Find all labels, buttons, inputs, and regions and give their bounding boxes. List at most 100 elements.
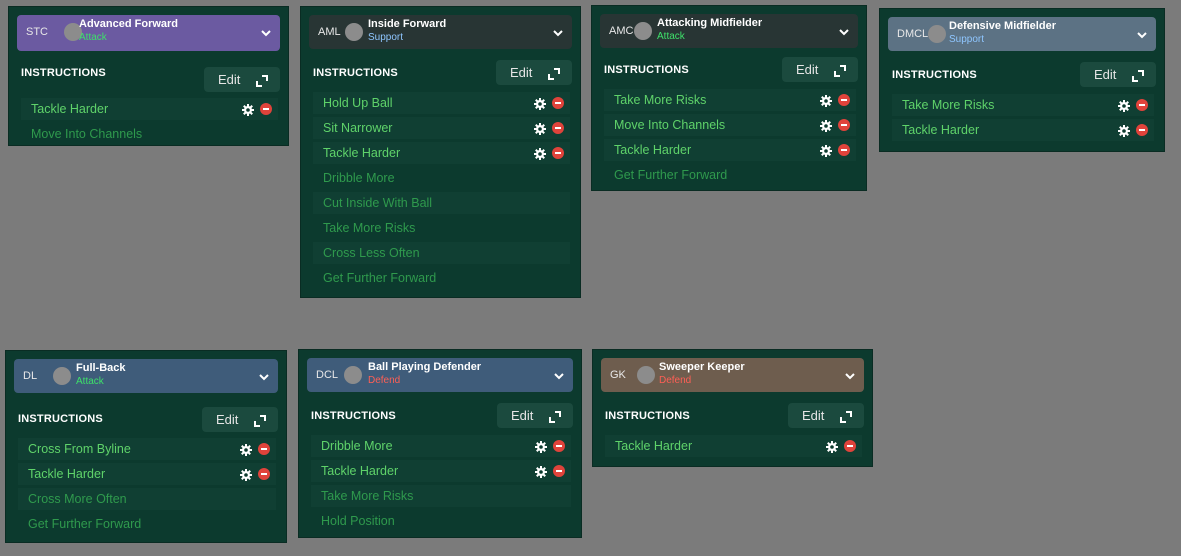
instruction-row[interactable]: Hold Up Ball: [313, 92, 570, 114]
role-selector[interactable]: DL Full-Back Attack: [14, 359, 278, 393]
instruction-label: Hold Up Ball: [323, 96, 393, 110]
gear-icon[interactable]: [240, 443, 252, 456]
role-name: Sweeper Keeper: [659, 361, 745, 373]
instructions-heading: INSTRUCTIONS: [313, 67, 398, 79]
instruction-row[interactable]: Tackle Harder: [313, 142, 570, 164]
chevron-down-icon[interactable]: [553, 369, 565, 381]
chevron-down-icon[interactable]: [258, 370, 270, 382]
instruction-row[interactable]: Tackle Harder: [18, 463, 276, 485]
edit-button[interactable]: Edit: [202, 407, 278, 432]
instruction-row[interactable]: Hold Position: [311, 510, 571, 532]
instruction-row[interactable]: Get Further Forward: [604, 164, 856, 186]
chevron-down-icon[interactable]: [844, 369, 856, 381]
edit-button-label: Edit: [802, 408, 825, 423]
role-selector[interactable]: STC Advanced Forward Attack: [17, 15, 280, 51]
remove-icon[interactable]: [258, 443, 270, 455]
gear-icon[interactable]: [820, 144, 832, 157]
instruction-row[interactable]: Take More Risks: [892, 94, 1154, 116]
edit-button[interactable]: Edit: [1080, 62, 1156, 87]
instruction-row[interactable]: Cross Less Often: [313, 242, 570, 264]
instruction-label: Tackle Harder: [615, 439, 693, 453]
remove-icon[interactable]: [1136, 124, 1148, 136]
edit-button[interactable]: Edit: [204, 67, 280, 92]
instruction-row[interactable]: Cross More Often: [18, 488, 276, 510]
instruction-row[interactable]: Move Into Channels: [604, 114, 856, 136]
gear-icon[interactable]: [1118, 99, 1130, 112]
chevron-down-icon[interactable]: [838, 25, 850, 37]
gear-icon[interactable]: [534, 122, 546, 135]
instruction-row[interactable]: Cut Inside With Ball: [313, 192, 570, 214]
role-selector[interactable]: AMC Attacking Midfielder Attack: [600, 14, 858, 48]
remove-icon[interactable]: [552, 122, 564, 134]
instructions-heading: INSTRUCTIONS: [604, 64, 689, 76]
position-code: STC: [26, 26, 48, 38]
edit-button[interactable]: Edit: [497, 403, 573, 428]
instruction-row[interactable]: Tackle Harder: [605, 435, 862, 457]
gear-icon[interactable]: [534, 147, 546, 160]
instruction-row[interactable]: Tackle Harder: [604, 139, 856, 161]
instruction-row[interactable]: Take More Risks: [313, 217, 570, 239]
remove-icon[interactable]: [838, 94, 850, 106]
remove-icon[interactable]: [844, 440, 856, 452]
instruction-row[interactable]: Cross From Byline: [18, 438, 276, 460]
instructions-heading: INSTRUCTIONS: [311, 410, 396, 422]
instruction-row[interactable]: Get Further Forward: [313, 267, 570, 289]
duty-label: Attack: [657, 31, 685, 42]
expand-icon: [834, 64, 846, 77]
instruction-row[interactable]: Move Into Channels: [21, 123, 278, 145]
remove-icon[interactable]: [838, 119, 850, 131]
instruction-label: Dribble More: [323, 171, 395, 185]
instructions-heading: INSTRUCTIONS: [18, 413, 103, 425]
edit-button[interactable]: Edit: [788, 403, 864, 428]
gear-icon[interactable]: [826, 440, 838, 453]
gear-icon[interactable]: [535, 465, 547, 478]
expand-icon: [840, 410, 852, 423]
edit-button-label: Edit: [511, 408, 534, 423]
instruction-row[interactable]: Tackle Harder: [311, 460, 571, 482]
instruction-label: Get Further Forward: [28, 517, 142, 531]
chevron-down-icon[interactable]: [260, 26, 272, 38]
instruction-label: Take More Risks: [614, 93, 707, 107]
remove-icon[interactable]: [552, 97, 564, 109]
chevron-down-icon[interactable]: [1136, 28, 1148, 40]
edit-button-label: Edit: [218, 72, 241, 87]
instruction-row[interactable]: Sit Narrower: [313, 117, 570, 139]
gear-icon[interactable]: [242, 103, 254, 116]
chevron-down-icon[interactable]: [552, 26, 564, 38]
role-name: Defensive Midfielder: [949, 20, 1056, 32]
instruction-label: Tackle Harder: [902, 123, 980, 137]
gear-icon[interactable]: [1118, 124, 1130, 137]
instruction-label: Cross Less Often: [323, 246, 420, 260]
gear-icon[interactable]: [820, 94, 832, 107]
instruction-row[interactable]: Get Further Forward: [18, 513, 276, 535]
remove-icon[interactable]: [838, 144, 850, 156]
edit-button[interactable]: Edit: [496, 60, 572, 85]
remove-icon[interactable]: [1136, 99, 1148, 111]
instruction-row[interactable]: Dribble More: [311, 435, 571, 457]
remove-icon[interactable]: [258, 468, 270, 480]
role-selector[interactable]: AML Inside Forward Support: [309, 15, 572, 49]
instruction-label: Take More Risks: [902, 98, 995, 112]
gear-icon[interactable]: [240, 468, 252, 481]
role-selector[interactable]: DCL Ball Playing Defender Defend: [307, 358, 573, 392]
role-card-amc: AMC Attacking Midfielder Attack INSTRUCTION…: [591, 5, 867, 191]
remove-icon[interactable]: [553, 465, 565, 477]
remove-icon[interactable]: [553, 440, 565, 452]
remove-icon[interactable]: [552, 147, 564, 159]
instruction-label: Tackle Harder: [28, 467, 106, 481]
instruction-row[interactable]: Dribble More: [313, 167, 570, 189]
edit-button[interactable]: Edit: [782, 57, 858, 82]
role-selector[interactable]: DMCL Defensive Midfielder Support: [888, 17, 1156, 51]
gear-icon[interactable]: [534, 97, 546, 110]
instruction-row[interactable]: Tackle Harder: [21, 98, 278, 120]
gear-icon[interactable]: [535, 440, 547, 453]
duty-label: Attack: [79, 32, 107, 43]
player-avatar: [53, 367, 71, 385]
remove-icon[interactable]: [260, 103, 272, 115]
gear-icon[interactable]: [820, 119, 832, 132]
instruction-row[interactable]: Take More Risks: [311, 485, 571, 507]
instruction-row[interactable]: Tackle Harder: [892, 119, 1154, 141]
expand-icon: [549, 410, 561, 423]
role-selector[interactable]: GK Sweeper Keeper Defend: [601, 358, 864, 392]
instruction-row[interactable]: Take More Risks: [604, 89, 856, 111]
